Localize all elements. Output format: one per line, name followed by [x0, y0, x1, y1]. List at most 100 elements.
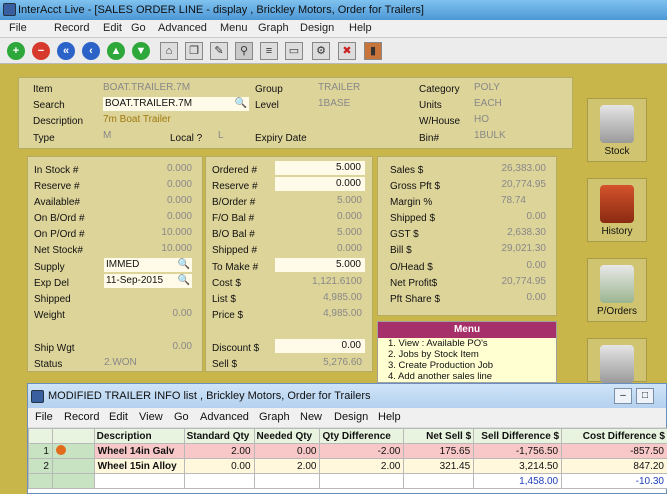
exp-del-label: Exp Del	[34, 278, 70, 289]
submenu-new[interactable]: New	[300, 411, 322, 423]
fobal-label: F/O Bal #	[212, 213, 255, 224]
down-icon[interactable]: ▼	[132, 42, 150, 60]
column-net-sell[interactable]: Net Sell $	[403, 428, 475, 444]
exp-del-input[interactable]: 11-Sep-2015 🔍	[104, 274, 192, 288]
to-make-input[interactable]: 5.000	[275, 258, 365, 272]
list-icon[interactable]: ≡	[260, 42, 278, 60]
menu-graph[interactable]: Graph	[258, 22, 289, 34]
table-row[interactable]: 2 Wheel 15in Alloy 0.00 2.00 2.00 321.45…	[28, 458, 667, 474]
cart-button[interactable]	[587, 338, 647, 383]
column-standard-qty[interactable]: Standard Qty	[183, 428, 255, 444]
submenu-help[interactable]: Help	[378, 411, 401, 423]
list-value: 4,985.00	[323, 292, 362, 303]
row-qty-difference[interactable]: 2.00	[319, 458, 405, 474]
bin-value[interactable]: 1BULK	[474, 130, 506, 141]
exit-icon[interactable]: ▮	[364, 42, 382, 60]
price-label: Price $	[212, 310, 244, 321]
row-cost-difference[interactable]: -857.50	[561, 443, 667, 459]
submenu-file[interactable]: File	[35, 411, 53, 423]
submenu-record[interactable]: Record	[64, 411, 99, 423]
history-button[interactable]: History	[587, 178, 647, 242]
menu-help[interactable]: Help	[349, 22, 372, 34]
discount-input[interactable]: 0.00	[275, 339, 365, 353]
column-qty-difference[interactable]: Qty Difference	[319, 428, 405, 444]
discount-label: Discount $	[212, 343, 260, 354]
menu-record[interactable]: Record	[54, 22, 89, 34]
menu-item-jobs[interactable]: 2. Jobs by Stock Item	[378, 349, 556, 360]
row-sell-difference[interactable]: 3,214.50	[473, 458, 563, 474]
border-label: B/Order #	[212, 197, 256, 208]
column-sell-difference[interactable]: Sell Difference $	[473, 428, 563, 444]
menu-item-add-line[interactable]: 4. Add another sales line	[378, 371, 556, 382]
monitor-icon[interactable]: ▭	[285, 42, 303, 60]
settings-icon[interactable]: ⚙	[312, 42, 330, 60]
menu-go[interactable]: Go	[131, 22, 146, 34]
row-cost-difference[interactable]: 847.20	[561, 458, 667, 474]
status-value[interactable]: 2.WON	[104, 357, 137, 368]
edit-icon[interactable]: ✎	[210, 42, 228, 60]
exp-del-search-icon[interactable]: 🔍	[178, 274, 190, 288]
row-standard-qty[interactable]: 0.00	[183, 458, 255, 474]
ordered-input[interactable]: 5.000	[275, 161, 365, 175]
column-description[interactable]: Description	[93, 428, 185, 444]
minimize-icon[interactable]: –	[614, 388, 632, 404]
in-stock-value: 0.000	[166, 163, 192, 174]
row-needed-qty[interactable]: 2.00	[253, 458, 321, 474]
group-value[interactable]: TRAILER	[318, 82, 360, 93]
search-icon[interactable]: ⚲	[235, 42, 253, 60]
supply-search-icon[interactable]: 🔍	[178, 258, 190, 272]
table-row[interactable]: 1 Wheel 14in Galv 2.00 0.00 -2.00 175.65…	[28, 443, 667, 459]
up-icon[interactable]: ▲	[107, 42, 125, 60]
submenu-advanced[interactable]: Advanced	[200, 411, 249, 423]
submenu-go[interactable]: Go	[174, 411, 189, 423]
row-net-sell[interactable]: 321.45	[403, 458, 475, 474]
menu-menu[interactable]: Menu	[220, 22, 248, 34]
submenu-edit[interactable]: Edit	[109, 411, 128, 423]
units-value[interactable]: EACH	[474, 98, 502, 109]
menu-item-view-pos[interactable]: 1. View : Available PO's	[378, 338, 556, 349]
menu-edit[interactable]: Edit	[103, 22, 122, 34]
supply-input[interactable]: IMMED 🔍	[104, 258, 192, 272]
local-value[interactable]: L	[218, 130, 224, 141]
search-icon[interactable]: 🔍	[235, 97, 247, 111]
submenu-view[interactable]: View	[139, 411, 163, 423]
pft-share-label: Pft Share $	[390, 294, 441, 305]
description-value[interactable]: 7m Boat Trailer	[103, 114, 171, 125]
menu-file[interactable]: File	[9, 22, 27, 34]
stock-panel: In Stock # 0.000 Reserve # 0.000 Availab…	[27, 156, 203, 372]
column-needed-qty[interactable]: Needed Qty	[253, 428, 321, 444]
type-value[interactable]: M	[103, 130, 111, 141]
warehouse-value[interactable]: HO	[474, 114, 489, 125]
home-icon[interactable]: ⌂	[160, 42, 178, 60]
border-value: 5.000	[336, 195, 362, 206]
maximize-icon[interactable]: □	[636, 388, 654, 404]
previous-icon[interactable]: ‹	[82, 42, 100, 60]
remove-icon[interactable]: −	[32, 42, 50, 60]
row-description[interactable]: Wheel 14in Galv	[93, 443, 185, 459]
copy-icon[interactable]: ❐	[185, 42, 203, 60]
porders-button[interactable]: P/Orders	[587, 258, 647, 322]
level-value[interactable]: 1BASE	[318, 98, 350, 109]
submenu-design[interactable]: Design	[334, 411, 368, 423]
row-needed-qty[interactable]: 0.00	[253, 443, 321, 459]
menu-item-create-job[interactable]: 3. Create Production Job	[378, 360, 556, 371]
submenu-graph[interactable]: Graph	[259, 411, 290, 423]
category-value[interactable]: POLY	[474, 82, 500, 93]
search-input[interactable]: BOAT.TRAILER.7M 🔍	[103, 97, 249, 111]
first-icon[interactable]: «	[57, 42, 75, 60]
row-description[interactable]: Wheel 15in Alloy	[93, 458, 185, 474]
menu-advanced[interactable]: Advanced	[158, 22, 207, 34]
description-label: Description	[33, 116, 84, 127]
menu-design[interactable]: Design	[300, 22, 334, 34]
stock-button[interactable]: Stock	[587, 98, 647, 162]
row-qty-difference[interactable]: -2.00	[319, 443, 405, 459]
column-cost-difference[interactable]: Cost Difference $	[561, 428, 667, 444]
title-bar: InterAcct Live - [SALES ORDER LINE - dis…	[0, 0, 667, 20]
delete-icon[interactable]: ✖	[338, 42, 356, 60]
order-reserve-input[interactable]: 0.000	[275, 177, 365, 191]
fobal-value: 0.000	[336, 211, 362, 222]
row-standard-qty[interactable]: 2.00	[183, 443, 255, 459]
row-sell-difference[interactable]: -1,756.50	[473, 443, 563, 459]
add-icon[interactable]: +	[7, 42, 25, 60]
row-net-sell[interactable]: 175.65	[403, 443, 475, 459]
